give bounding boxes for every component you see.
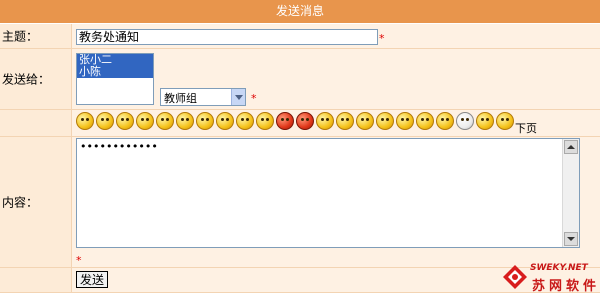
recipient-item[interactable]: 小陈 xyxy=(77,66,153,78)
watermark-site: SWEKY.NET xyxy=(530,263,588,273)
recipients-label-cell: 发送给： xyxy=(0,49,72,109)
recipient-listbox[interactable]: 张小二 小陈 xyxy=(76,53,154,105)
sweat-icon[interactable] xyxy=(236,112,254,130)
evil-icon[interactable] xyxy=(396,112,414,130)
cry-icon[interactable] xyxy=(256,112,274,130)
submit-label-cell xyxy=(0,268,72,292)
sleep-icon[interactable] xyxy=(416,112,434,130)
send-button[interactable]: 发送 xyxy=(76,271,108,288)
chevron-down-icon[interactable] xyxy=(231,89,245,105)
content-text: •••••••••••• xyxy=(80,140,158,153)
kiss-icon[interactable] xyxy=(196,112,214,130)
content-required-mark: * xyxy=(76,254,82,267)
content-scrollbar[interactable] xyxy=(562,139,579,247)
shock-icon[interactable] xyxy=(436,112,454,130)
content-textarea[interactable]: •••••••••••• xyxy=(76,138,580,248)
subject-input[interactable] xyxy=(76,29,378,45)
wink-icon[interactable] xyxy=(356,112,374,130)
scroll-down-icon[interactable] xyxy=(564,232,578,246)
laugh-icon[interactable] xyxy=(336,112,354,130)
smile-icon[interactable] xyxy=(76,112,94,130)
content-label-cell: 内容： xyxy=(0,137,72,267)
group-select-value: 教师组 xyxy=(164,92,197,105)
group-select[interactable]: 教师组 xyxy=(160,88,246,106)
cool-icon[interactable] xyxy=(156,112,174,130)
subject-required-mark: * xyxy=(379,32,385,45)
scroll-up-icon[interactable] xyxy=(564,140,578,154)
rage-icon[interactable] xyxy=(296,112,314,130)
tongue-icon[interactable] xyxy=(316,112,334,130)
think-icon[interactable] xyxy=(476,112,494,130)
watermark-name: 苏网软件 xyxy=(532,279,600,294)
sad-icon[interactable] xyxy=(376,112,394,130)
shy-icon[interactable] xyxy=(176,112,194,130)
crazy-icon[interactable] xyxy=(216,112,234,130)
angry-icon[interactable] xyxy=(276,112,294,130)
grin-icon[interactable] xyxy=(96,112,114,130)
recipients-required-mark: * xyxy=(251,92,257,105)
watermark-logo-icon xyxy=(503,265,527,289)
recipients-label: 发送给： xyxy=(2,72,51,87)
content-label: 内容： xyxy=(2,195,39,210)
blink-icon[interactable] xyxy=(136,112,154,130)
teeth-icon[interactable] xyxy=(456,112,474,130)
page-header: 发送消息 xyxy=(0,0,600,23)
subject-label: 主题： xyxy=(2,29,39,44)
subject-label-cell: 主题： xyxy=(0,24,72,48)
happy-icon[interactable] xyxy=(496,112,514,130)
next-page-link[interactable]: 下页 xyxy=(515,120,537,136)
emoticon-label-cell xyxy=(0,110,72,136)
love-icon[interactable] xyxy=(116,112,134,130)
